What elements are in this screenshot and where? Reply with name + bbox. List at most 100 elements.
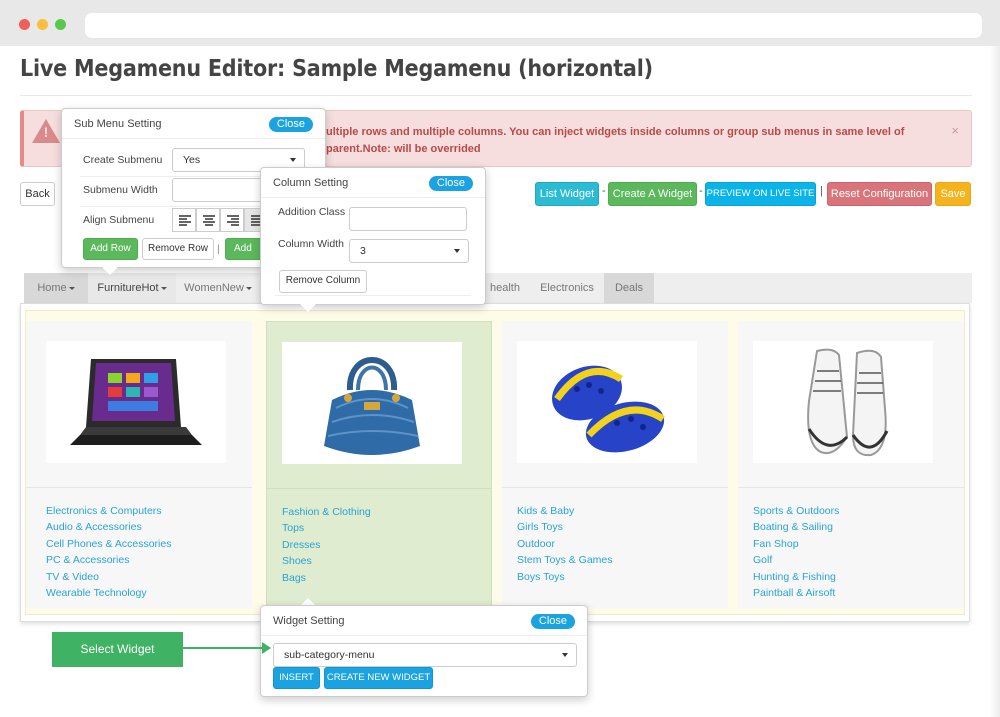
insert-button[interactable]: INSERT — [273, 667, 320, 689]
nav-item-women[interactable]: WomenNew — [176, 273, 260, 303]
category-link[interactable]: Bags — [282, 570, 371, 586]
category-link[interactable]: Hunting & Fishing — [753, 569, 839, 585]
select-value: sub-category-menu — [284, 649, 375, 661]
create-widget-button[interactable]: Create A Widget — [608, 182, 697, 206]
popover-arrow — [300, 304, 316, 312]
preview-live-site-button[interactable]: PREVIEW ON LIVE SITE — [705, 182, 816, 206]
add-column-button[interactable]: Add Co — [225, 238, 265, 260]
category-link[interactable]: Stem Toys & Games — [517, 552, 613, 568]
category-link-list: Kids & Baby Girls Toys Outdoor Stem Toys… — [517, 503, 613, 585]
callout-connector — [183, 647, 265, 649]
nav-item-health[interactable]: health — [480, 273, 530, 303]
category-link[interactable]: Paintball & Airsoft — [753, 585, 839, 601]
popover-header: Widget Setting Close — [261, 606, 587, 636]
category-link-list: Electronics & Computers Audio & Accessor… — [46, 503, 171, 601]
column-divider — [738, 487, 964, 488]
category-link[interactable]: Electronics & Computers — [46, 503, 171, 519]
category-link-list: Sports & Outdoors Boating & Sailing Fan … — [753, 503, 839, 601]
caret-down-icon — [454, 249, 460, 253]
minimize-window-dot[interactable] — [37, 19, 48, 30]
widget-setting-popover: Widget Setting Close sub-category-menu I… — [260, 605, 588, 697]
column-divider — [502, 487, 728, 488]
close-button[interactable]: Close — [268, 117, 313, 132]
category-link[interactable]: Fan Shop — [753, 536, 839, 552]
remove-column-button[interactable]: Remove Column — [279, 270, 367, 293]
warning-mark: ! — [43, 124, 49, 140]
nav-item-label: WomenNew — [184, 282, 244, 294]
align-right-icon[interactable] — [220, 208, 244, 232]
close-button[interactable]: Close — [428, 176, 473, 191]
megamenu-column[interactable]: Kids & Baby Girls Toys Outdoor Stem Toys… — [502, 321, 728, 608]
category-link[interactable]: Kids & Baby — [517, 503, 613, 519]
column-width-select[interactable]: 3 — [349, 239, 469, 263]
create-submenu-label: Create Submenu — [83, 154, 163, 166]
toolbar-separator: | — [820, 185, 823, 197]
column-divider — [26, 487, 252, 488]
caret-down-icon — [245, 286, 252, 290]
category-link[interactable]: Girls Toys — [517, 519, 613, 535]
toolbar-separator: - — [699, 185, 703, 197]
megamenu-column[interactable]: Sports & Outdoors Boating & Sailing Fan … — [738, 321, 964, 608]
handbag-product-image — [282, 342, 462, 464]
save-button[interactable]: Save — [935, 182, 971, 206]
close-window-dot[interactable] — [19, 19, 30, 30]
title-divider — [20, 95, 972, 96]
megamenu-column[interactable]: Electronics & Computers Audio & Accessor… — [26, 321, 252, 608]
add-row-button[interactable]: Add Row — [83, 238, 138, 260]
align-button-group — [172, 208, 272, 232]
reset-configuration-button[interactable]: Reset Configuration — [827, 182, 932, 206]
address-bar[interactable] — [85, 13, 982, 38]
widget-select[interactable]: sub-category-menu — [273, 643, 577, 667]
addition-class-input[interactable] — [349, 207, 467, 231]
nav-item-home[interactable]: Home — [24, 273, 88, 303]
category-link[interactable]: Golf — [753, 552, 839, 568]
select-widget-callout: Select Widget — [52, 632, 183, 667]
caret-down-icon — [68, 286, 75, 290]
nav-item-label: Home — [37, 282, 67, 294]
popover-title: Widget Setting — [273, 615, 345, 627]
caret-down-icon — [290, 158, 296, 162]
back-button[interactable]: Back — [20, 182, 55, 206]
select-value: Yes — [183, 154, 201, 166]
nav-item-furniture[interactable]: FurnitureHot — [88, 273, 176, 303]
button-separator: | — [217, 243, 220, 255]
toolbar-separator: - — [602, 185, 606, 197]
popover-header: Column Setting Close — [261, 168, 485, 198]
alert-text: ultiple rows and multiple columns. You c… — [326, 126, 905, 155]
nav-item-label: Electronics — [540, 282, 594, 294]
category-link[interactable]: Tops — [282, 520, 371, 536]
tablet-product-image — [46, 341, 226, 463]
category-link[interactable]: Audio & Accessories — [46, 519, 171, 535]
popover-title: Sub Menu Setting — [74, 118, 162, 130]
column-setting-popover: Column Setting Close Addition Class Colu… — [260, 167, 486, 305]
column-width-label: Column Width — [278, 238, 344, 250]
category-link[interactable]: Wearable Technology — [46, 585, 171, 601]
list-widget-button[interactable]: List Widget — [535, 182, 599, 206]
category-link[interactable]: Boys Toys — [517, 569, 613, 585]
megamenu-row[interactable]: Electronics & Computers Audio & Accessor… — [25, 310, 965, 615]
create-new-widget-button[interactable]: CREATE NEW WIDGET — [324, 667, 433, 689]
nav-item-deals[interactable]: Deals — [604, 273, 654, 303]
remove-row-button[interactable]: Remove Row — [142, 238, 214, 260]
category-link[interactable]: Sports & Outdoors — [753, 503, 839, 519]
category-link[interactable]: Shoes — [282, 553, 371, 569]
category-link[interactable]: Cell Phones & Accessories — [46, 536, 171, 552]
category-link[interactable]: Fashion & Clothing — [282, 504, 371, 520]
nav-item-electronics[interactable]: Electronics — [530, 273, 604, 303]
popover-arrow — [102, 267, 118, 275]
category-link[interactable]: PC & Accessories — [46, 552, 171, 568]
align-center-icon[interactable] — [196, 208, 220, 232]
category-link[interactable]: Outdoor — [517, 536, 613, 552]
close-button[interactable]: Close — [530, 614, 575, 629]
callout-arrow-icon — [262, 642, 271, 654]
alert-close-icon[interactable]: × — [951, 123, 959, 138]
menu-navbar: Home FurnitureHot WomenNew health Electr… — [24, 273, 972, 303]
category-link[interactable]: TV & Video — [46, 569, 171, 585]
category-link[interactable]: Boating & Sailing — [753, 519, 839, 535]
megamenu-column-selected[interactable]: Fashion & Clothing Tops Dresses Shoes Ba… — [266, 321, 492, 608]
align-left-icon[interactable] — [172, 208, 196, 232]
maximize-window-dot[interactable] — [55, 19, 66, 30]
caret-down-icon — [562, 653, 568, 657]
align-submenu-label: Align Submenu — [83, 214, 155, 226]
category-link[interactable]: Dresses — [282, 537, 371, 553]
